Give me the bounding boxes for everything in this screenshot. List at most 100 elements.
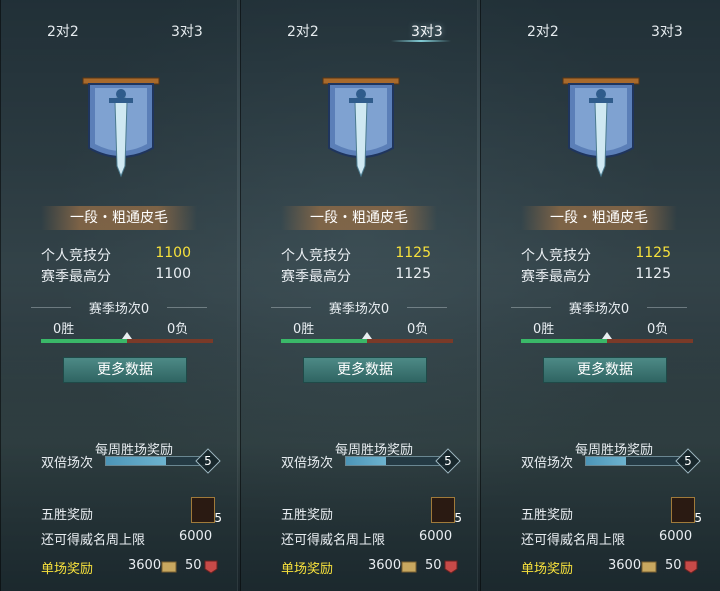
tab-2v2[interactable]: 2对2: [527, 21, 559, 41]
double-label: 双倍场次: [521, 456, 574, 471]
mode-tabs: 2对2 3对3: [1, 18, 237, 42]
single-reward-label: 单场奖励: [281, 562, 334, 577]
chest-icon[interactable]: 5: [191, 497, 222, 525]
tab-2v2[interactable]: 2对2: [287, 21, 319, 41]
more-data-button[interactable]: 更多数据: [63, 357, 187, 383]
personal-score-value: 1125: [395, 245, 431, 261]
season-high-value: 1125: [395, 266, 431, 282]
double-fill: [586, 457, 626, 465]
losses-label: 0负: [167, 322, 189, 337]
season-high-value: 1125: [635, 266, 671, 282]
single-coin-value: 3600: [128, 558, 162, 573]
ratio-marker: [602, 332, 612, 339]
cap-label: 还可得威名周上限: [41, 533, 146, 548]
cap-value: 6000: [659, 529, 693, 544]
single-reward-label: 单场奖励: [41, 562, 94, 577]
personal-score-value: 1100: [155, 245, 191, 261]
divider-right: [167, 307, 207, 308]
season-high-label: 赛季最高分: [281, 269, 351, 285]
win-fill: [521, 339, 607, 343]
personal-score-label: 个人竞技分: [41, 248, 111, 264]
chest-count: 5: [454, 511, 462, 525]
arena-panel-2: 2对2 3对3 一段・粗通皮毛 个人竞技分 1125 赛季最高分 1125 赛季…: [240, 0, 478, 591]
rank-title: 一段・粗通皮毛: [281, 206, 437, 230]
wins-label: 0胜: [533, 322, 555, 337]
single-badge-value: 50: [665, 558, 682, 573]
season-high-value: 1100: [155, 266, 191, 282]
personal-score-value: 1125: [635, 245, 671, 261]
active-tab-indicator: [391, 40, 451, 42]
chest-count: 5: [214, 511, 222, 525]
tab-3v3[interactable]: 3对3: [411, 21, 443, 41]
season-high-row: 赛季最高分 1125: [281, 266, 431, 286]
win-loss-bar: [521, 332, 693, 343]
single-coin-value: 3600: [608, 558, 642, 573]
losses-label: 0负: [647, 322, 669, 337]
rank-banner-icon: [322, 77, 400, 178]
season-high-row: 赛季最高分 1100: [41, 266, 191, 286]
tab-3v3[interactable]: 3对3: [651, 21, 683, 41]
double-progress: [105, 456, 207, 466]
rank-banner-icon: [82, 77, 160, 178]
double-count: 5: [204, 454, 212, 468]
double-label: 双倍场次: [281, 456, 334, 471]
cap-value: 6000: [419, 529, 453, 544]
double-fill: [346, 457, 386, 465]
double-count: 5: [444, 454, 452, 468]
ratio-marker: [362, 332, 372, 339]
divider-right: [647, 307, 687, 308]
wins-label: 0胜: [293, 322, 315, 337]
losses-label: 0负: [407, 322, 429, 337]
mode-tabs: 2对2 3对3: [241, 18, 477, 42]
single-coin-value: 3600: [368, 558, 402, 573]
win-loss-bar: [281, 332, 453, 343]
personal-score-label: 个人竞技分: [521, 248, 591, 264]
badge-icon: [444, 560, 458, 574]
chest-icon[interactable]: 5: [671, 497, 702, 525]
badge-icon: [684, 560, 698, 574]
badge-icon: [204, 560, 218, 574]
mode-tabs: 2对2 3对3: [481, 18, 717, 42]
win-loss-bar: [41, 332, 213, 343]
ratio-marker: [122, 332, 132, 339]
season-high-label: 赛季最高分: [521, 269, 591, 285]
double-label: 双倍场次: [41, 456, 94, 471]
win-fill: [281, 339, 367, 343]
personal-score-row: 个人竞技分 1125: [281, 245, 431, 265]
tab-3v3[interactable]: 3对3: [171, 21, 203, 41]
more-data-button[interactable]: 更多数据: [543, 357, 667, 383]
season-high-row: 赛季最高分 1125: [521, 266, 671, 286]
cap-value: 6000: [179, 529, 213, 544]
arena-panel-3: 2对2 3对3 一段・粗通皮毛 个人竞技分 1125 赛季最高分 1125 赛季…: [480, 0, 720, 591]
tab-2v2[interactable]: 2对2: [47, 21, 79, 41]
wins-label: 0胜: [53, 322, 75, 337]
coin-icon: [401, 561, 417, 573]
season-high-label: 赛季最高分: [41, 269, 111, 285]
personal-score-row: 个人竞技分 1100: [41, 245, 191, 265]
chest-count: 5: [694, 511, 702, 525]
personal-score-label: 个人竞技分: [281, 248, 351, 264]
single-reward-label: 单场奖励: [521, 562, 574, 577]
double-fill: [106, 457, 166, 465]
single-badge-value: 50: [185, 558, 202, 573]
rank-banner-icon: [562, 77, 640, 178]
win-fill: [41, 339, 127, 343]
double-progress: [585, 456, 687, 466]
chest-icon[interactable]: 5: [431, 497, 462, 525]
rank-title: 一段・粗通皮毛: [521, 206, 677, 230]
double-progress: [345, 456, 447, 466]
more-data-button[interactable]: 更多数据: [303, 357, 427, 383]
double-count: 5: [684, 454, 692, 468]
five-win-label: 五胜奖励: [41, 508, 94, 523]
five-win-label: 五胜奖励: [521, 508, 574, 523]
cap-label: 还可得威名周上限: [521, 533, 626, 548]
personal-score-row: 个人竞技分 1125: [521, 245, 671, 265]
coin-icon: [641, 561, 657, 573]
single-badge-value: 50: [425, 558, 442, 573]
five-win-label: 五胜奖励: [281, 508, 334, 523]
coin-icon: [161, 561, 177, 573]
rank-title: 一段・粗通皮毛: [41, 206, 197, 230]
divider-right: [407, 307, 447, 308]
cap-label: 还可得威名周上限: [281, 533, 386, 548]
arena-panel-1: 2对2 3对3 一段・粗通皮毛 个人竞技分 1100 赛季最高分 1100 赛季…: [0, 0, 238, 591]
